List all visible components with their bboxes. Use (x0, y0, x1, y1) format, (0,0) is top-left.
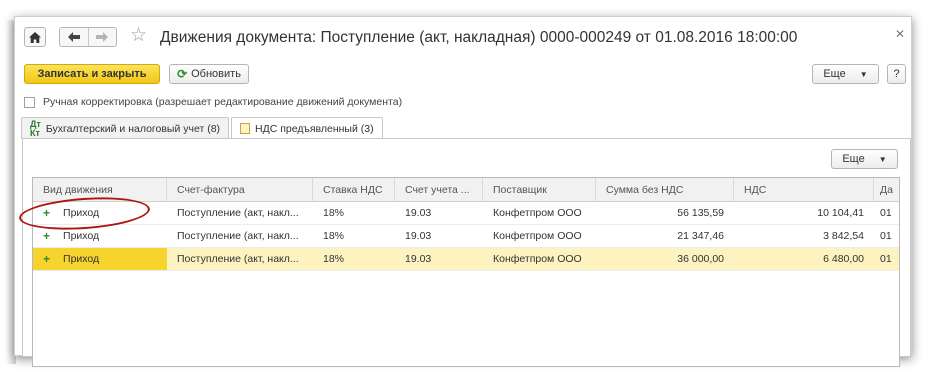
date-cell: 01 (880, 230, 892, 242)
sum-cell: 21 347,46 (677, 230, 724, 242)
column-header[interactable]: Сумма без НДС (596, 178, 734, 201)
chevron-down-icon: ▼ (859, 69, 868, 79)
invoice-cell: Поступление (акт, накл... (177, 253, 299, 265)
date-cell: 01 (880, 253, 892, 265)
forward-button[interactable] (87, 28, 116, 46)
column-header[interactable]: Счет учета ... (395, 178, 483, 201)
invoice-cell: Поступление (акт, накл... (177, 230, 299, 242)
movement-type-cell: + Приход (33, 202, 167, 224)
supplier-cell: Конфетпром ООО (493, 230, 582, 242)
date-cell: 01 (880, 207, 892, 219)
plus-icon: + (43, 252, 51, 266)
column-header[interactable]: Вид движения (33, 178, 167, 201)
document-icon (240, 123, 251, 134)
accounting-icon: Дт Кт (30, 118, 41, 138)
navigation-buttons (59, 27, 117, 47)
table-header: Вид движения Счет-фактура Ставка НДС Сче… (33, 178, 899, 202)
vat-rate-cell: 18% (323, 207, 345, 219)
arrow-right-icon (96, 32, 109, 42)
command-bar: Записать и закрыть ⟳ Обновить Еще ▼ ? (15, 63, 911, 87)
column-header[interactable]: Да (874, 178, 899, 201)
tab-accounting-label: Бухгалтерский и налоговый учет (8) (45, 122, 221, 135)
vat-cell: 6 480,00 (823, 253, 864, 265)
back-button[interactable] (60, 28, 88, 46)
manual-edit-label: Ручная корректировка (разрешает редактир… (43, 96, 403, 108)
table-row-selected[interactable]: + Приход Поступление (акт, накл... 18% 1… (33, 248, 899, 271)
account-cell: 19.03 (405, 253, 432, 265)
vat-cell: 10 104,41 (817, 207, 864, 219)
window-title: Движения документа: Поступление (акт, на… (160, 29, 798, 46)
panel-more-label: Еще (842, 153, 865, 165)
save-and-close-button[interactable]: Записать и закрыть (24, 64, 160, 84)
more-label: Еще (823, 68, 846, 80)
account-cell: 19.03 (405, 207, 432, 219)
movement-type-cell: + Приход (33, 248, 167, 270)
invoice-cell: Поступление (акт, накл... (177, 207, 299, 219)
help-button[interactable]: ? (887, 64, 906, 84)
refresh-icon: ⟳ (177, 67, 188, 81)
movement-type: Приход (63, 230, 100, 242)
close-icon[interactable]: ✕ (895, 27, 905, 41)
manual-edit-row: Ручная корректировка (разрешает редактир… (24, 95, 402, 109)
refresh-label: Обновить (191, 68, 241, 80)
panel-more-button[interactable]: Еще ▼ (831, 149, 898, 169)
movements-table: Вид движения Счет-фактура Ставка НДС Сче… (32, 177, 900, 367)
more-button[interactable]: Еще ▼ (812, 64, 879, 84)
document-movements-window: ☆ Движения документа: Поступление (акт, … (14, 16, 912, 367)
column-header[interactable]: Счет-фактура (167, 178, 313, 201)
sum-cell: 56 135,59 (677, 207, 724, 219)
plus-icon: + (43, 229, 51, 243)
column-header[interactable]: НДС (734, 178, 874, 201)
arrow-left-icon (67, 32, 80, 42)
star-icon[interactable]: ☆ (130, 26, 147, 46)
refresh-button[interactable]: ⟳ Обновить (169, 64, 249, 84)
movement-type-cell: + Приход (33, 225, 167, 247)
title-bar: ☆ Движения документа: Поступление (акт, … (15, 17, 911, 57)
table-row[interactable]: + Приход Поступление (акт, накл... 18% 1… (33, 225, 899, 248)
account-cell: 19.03 (405, 230, 432, 242)
supplier-cell: Конфетпром ООО (493, 207, 582, 219)
column-header[interactable]: Поставщик (483, 178, 596, 201)
vat-rate-cell: 18% (323, 230, 345, 242)
supplier-cell: Конфетпром ООО (493, 253, 582, 265)
table-row[interactable]: + Приход Поступление (акт, накл... 18% 1… (33, 202, 899, 225)
tab-vat-presented[interactable]: НДС предъявленный (3) (231, 117, 383, 139)
vat-cell: 3 842,54 (823, 230, 864, 242)
plus-icon: + (43, 206, 51, 220)
tab-panel: Еще ▼ Вид движения Счет-фактура Ставка Н… (22, 138, 911, 367)
column-header[interactable]: Ставка НДС (313, 178, 395, 201)
sum-cell: 36 000,00 (677, 253, 724, 265)
movement-type: Приход (63, 253, 100, 265)
chevron-down-icon: ▼ (878, 154, 887, 164)
manual-edit-checkbox[interactable] (24, 96, 35, 108)
register-tabs: Дт Кт Бухгалтерский и налоговый учет (8) … (21, 117, 385, 139)
home-button[interactable] (24, 27, 46, 47)
movement-type: Приход (63, 207, 100, 219)
tab-vat-presented-label: НДС предъявленный (3) (255, 122, 374, 135)
home-icon (29, 31, 41, 43)
vat-rate-cell: 18% (323, 253, 345, 265)
tab-accounting[interactable]: Дт Кт Бухгалтерский и налоговый учет (8) (21, 117, 230, 139)
